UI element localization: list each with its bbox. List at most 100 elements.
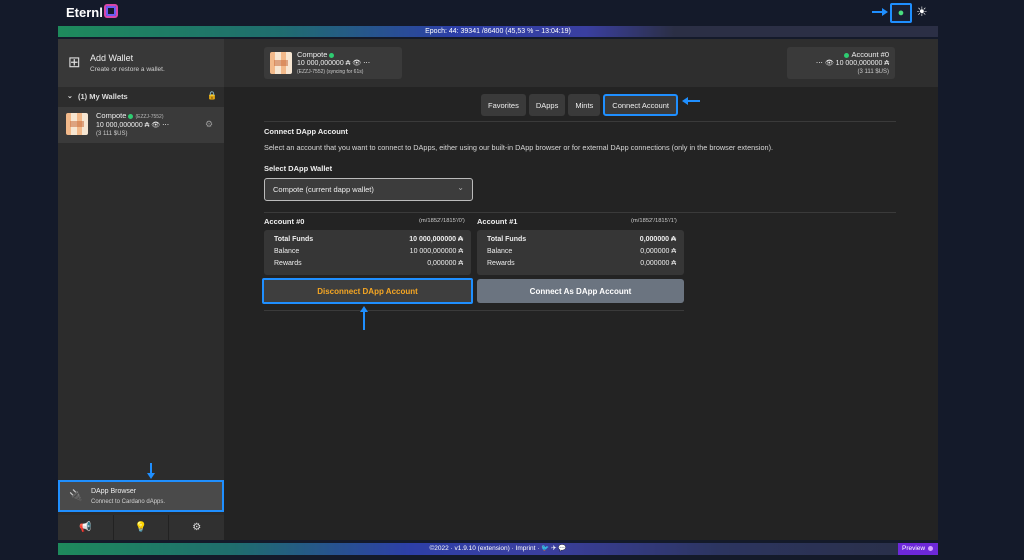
rewards-value: 0,000000 ₳ xyxy=(427,260,463,267)
annotation-arrow-dapp-browser xyxy=(147,463,155,479)
tab-connect-account[interactable]: Connect Account xyxy=(603,94,678,116)
total-funds-label: Total Funds xyxy=(274,236,314,243)
eye-icon[interactable]: 👁 xyxy=(352,60,361,67)
account-1-total-row: Total Funds 0,000000 ₳ xyxy=(487,236,676,247)
add-wallet-title: Add Wallet xyxy=(90,53,134,63)
current-account-balance: 10 000,000000 ₳ xyxy=(835,60,889,67)
app-logo-text: Eternl xyxy=(66,5,103,20)
balance-label: Balance xyxy=(274,248,300,255)
dapp-browser-title: DApp Browser xyxy=(91,488,137,495)
current-account-balance-line: ⋯ 👁 10 000,000000 ₳ xyxy=(815,60,889,67)
gear-icon[interactable]: ⚙ xyxy=(169,515,225,540)
dapp-connect-toggle-button[interactable]: ● xyxy=(890,3,912,23)
wallet-balance: 10 000,000000 ₳ 👁 ⋯ xyxy=(96,122,170,129)
account-1-balance-row: Balance 0,000000 ₳ xyxy=(487,248,676,259)
preview-dot xyxy=(928,545,934,551)
account-0-balance-row: Balance 10 000,000000 ₳ xyxy=(274,248,463,259)
lock-icon[interactable]: 🔒 xyxy=(207,91,217,100)
dapp-browser-button[interactable]: 🔌 DApp Browser Connect to Cardano dApps. xyxy=(58,480,224,512)
sync-status-dot xyxy=(844,52,850,58)
sidebar: ⊞ Add Wallet Create or restore a wallet.… xyxy=(58,39,225,540)
current-wallet-card[interactable]: Compote 10 000,000000 ₳ 👁 ⋯ (EZZJ-7552) … xyxy=(264,47,402,79)
wallet-name: Compote xyxy=(96,111,127,120)
eye-icon[interactable]: 👁 xyxy=(825,60,834,67)
app-logo-icon xyxy=(104,4,118,18)
annotation-arrow-disconnect xyxy=(360,306,368,330)
lightbulb-icon[interactable]: 💡 xyxy=(113,515,170,540)
my-wallets-label: (1) My Wallets xyxy=(78,92,128,101)
current-account-card[interactable]: Account #0 ⋯ 👁 10 000,000000 ₳ (3 111 $U… xyxy=(787,47,895,79)
connect-section-title: Connect DApp Account xyxy=(264,127,348,136)
tab-mints[interactable]: Mints xyxy=(568,94,601,116)
epoch-progress-bar: Epoch: 44: 39341 /86400 (45,53 % ~ 13:04… xyxy=(58,26,938,37)
connect-as-dapp-account-button[interactable]: Connect As DApp Account xyxy=(477,279,684,303)
preview-label: Preview xyxy=(902,545,926,552)
plug-globe-icon: ● xyxy=(897,7,905,19)
footer-bar: ©2022 · v1.9.10 (extension) · Imprint · … xyxy=(58,543,938,555)
account-1-card[interactable]: Total Funds 0,000000 ₳ Balance 0,000000 … xyxy=(477,230,684,275)
account-0-total-row: Total Funds 10 000,000000 ₳ xyxy=(274,236,463,247)
rewards-label: Rewards xyxy=(487,260,515,267)
total-funds-value: 10 000,000000 ₳ xyxy=(409,236,463,243)
eye-icon[interactable]: 👁 xyxy=(151,122,160,129)
wallet-name-line: Compote (EZZJ-7552) xyxy=(96,111,164,120)
current-account-usd: (3 111 $US) xyxy=(857,69,889,75)
total-funds-label: Total Funds xyxy=(487,236,527,243)
current-wallet-sync-status: (EZZJ-7552) (syncing for 61s) xyxy=(297,69,364,75)
add-wallet-button[interactable]: ⊞ Add Wallet Create or restore a wallet. xyxy=(58,39,224,87)
tab-favorites[interactable]: Favorites xyxy=(481,94,526,116)
account-0-name: Account #0 xyxy=(264,217,305,226)
rewards-label: Rewards xyxy=(274,260,302,267)
select-dapp-wallet-label: Select DApp Wallet xyxy=(264,164,333,173)
divider xyxy=(264,121,896,122)
sun-icon[interactable]: ☀ xyxy=(916,4,928,20)
balance-value: 0,000000 ₳ xyxy=(640,248,676,255)
main-content: Compote 10 000,000000 ₳ 👁 ⋯ (EZZJ-7552) … xyxy=(224,39,938,540)
account-1-name: Account #1 xyxy=(477,217,518,226)
account-0-card[interactable]: Total Funds 10 000,000000 ₳ Balance 10 0… xyxy=(264,230,471,275)
megaphone-icon[interactable]: 📢 xyxy=(58,515,114,540)
rewards-value: 0,000000 ₳ xyxy=(640,260,676,267)
tab-dapps[interactable]: DApps xyxy=(528,94,566,116)
top-header: Eternl xyxy=(58,0,938,26)
sidebar-bottom-bar: 📢 💡 ⚙ xyxy=(58,515,225,540)
app-root: Eternl ● ☀ Epoch: 44: 39341 /86400 (45,5… xyxy=(0,0,1024,560)
current-wallet-name: Compote xyxy=(297,50,328,59)
wallet-avatar xyxy=(270,52,292,74)
account-0-rewards-row: Rewards 0,000000 ₳ xyxy=(274,260,463,271)
annotation-arrow-toggle xyxy=(872,8,888,16)
sync-status-dot xyxy=(329,52,335,58)
current-wallet-name-line: Compote xyxy=(297,50,336,59)
balance-value: 10 000,000000 ₳ xyxy=(409,248,463,255)
wallet-settings-icon[interactable]: ⚙ xyxy=(205,119,213,130)
wallet-avatar xyxy=(66,113,88,135)
current-wallet-balance: 10 000,000000 ₳ xyxy=(297,60,351,67)
sidebar-wallet-item[interactable]: Compote (EZZJ-7552) 10 000,000000 ₳ 👁 ⋯ (… xyxy=(58,107,224,143)
balance-label: Balance xyxy=(487,248,513,255)
dapp-wallet-select-value: Compote (current dapp wallet) xyxy=(273,185,374,194)
current-account-name-line: Account #0 xyxy=(842,50,889,59)
current-wallet-balance-line: 10 000,000000 ₳ 👁 ⋯ xyxy=(297,60,371,67)
account-0-path: (m/1852'/1815'/0') xyxy=(419,218,465,224)
disconnect-dapp-account-button[interactable]: Disconnect DApp Account xyxy=(262,278,473,304)
sync-status-dot xyxy=(128,113,134,119)
divider xyxy=(264,212,896,213)
my-wallets-group-header[interactable]: ⌄ (1) My Wallets 🔒 xyxy=(58,90,224,104)
chevron-down-icon: ⌄ xyxy=(67,93,73,100)
total-funds-value: 0,000000 ₳ xyxy=(639,236,676,243)
dapp-wallet-select[interactable]: Compote (current dapp wallet) ⌄ xyxy=(264,178,473,201)
preview-badge[interactable]: Preview xyxy=(898,543,938,555)
dapp-browser-subtitle: Connect to Cardano dApps. xyxy=(91,499,166,505)
chevron-down-icon: ⌄ xyxy=(457,183,464,192)
wallet-tag: (EZZJ-7552) xyxy=(135,114,164,120)
plug-icon: 🔌 xyxy=(69,490,83,502)
wallet-usd: (3 111 $US) xyxy=(96,131,128,137)
wallet-balance-value: 10 000,000000 ₳ xyxy=(96,122,150,129)
add-wallet-icon: ⊞ xyxy=(68,54,81,71)
add-wallet-subtitle: Create or restore a wallet. xyxy=(90,66,165,73)
divider xyxy=(264,310,684,311)
current-account-name: Account #0 xyxy=(851,50,889,59)
account-1-path: (m/1852'/1815'/1') xyxy=(631,218,677,224)
dapp-tabs: Favorites DApps Mints Connect Account xyxy=(481,94,678,116)
connect-section-description: Select an account that you want to conne… xyxy=(264,143,774,152)
